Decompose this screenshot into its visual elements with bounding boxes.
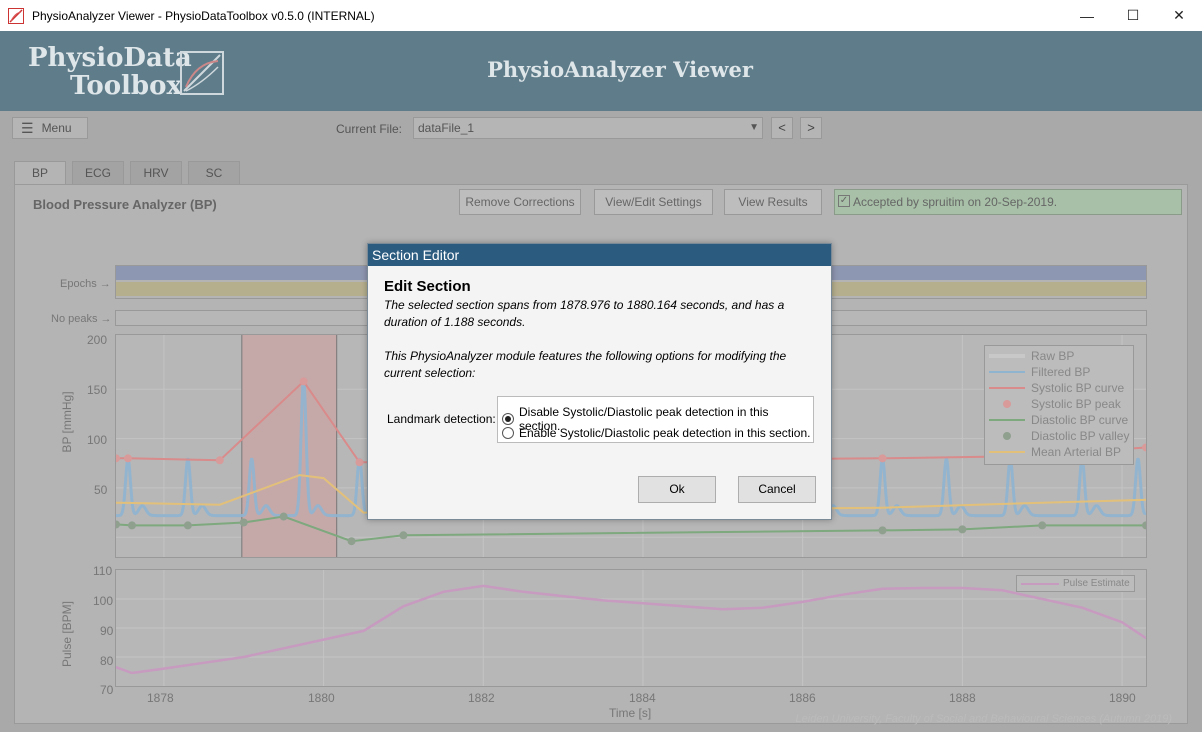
next-file-button[interactable]: > [800, 117, 822, 139]
pulse-ytick-90: 90 [100, 624, 114, 638]
bp-y-axis-label: BP [mmHg] [60, 391, 74, 453]
menu-button[interactable]: ☰ Menu [12, 117, 88, 139]
epochs-label: Epochs → [60, 278, 111, 290]
ok-button[interactable]: Ok [638, 476, 716, 503]
diastolic-valley-point [239, 518, 248, 527]
dialog-title: Section Editor [368, 244, 831, 266]
bp-ytick-150: 150 [87, 383, 108, 397]
title-bar: PhysioAnalyzer Viewer - PhysioDataToolbo… [0, 0, 1202, 32]
systolic-peak-point [355, 458, 364, 467]
section-editor-dialog: Section Editor Edit Section The selected… [367, 243, 832, 520]
accepted-checkbox[interactable]: ✓ Accepted by spruitim on 20-Sep-2019. [834, 189, 1182, 215]
radio-enable-detection[interactable]: Enable Systolic/Diastolic peak detection… [502, 426, 811, 440]
current-file-value: dataFile_1 [418, 121, 475, 135]
chevron-down-icon: ▼ [749, 122, 759, 133]
systolic-peak-point [123, 454, 132, 463]
pulse-ytick-110: 110 [93, 564, 113, 578]
hamburger-icon: ☰ [21, 119, 34, 136]
tab-bp[interactable]: BP [14, 161, 66, 184]
view-results-button[interactable]: View Results [724, 189, 822, 215]
xtick-1888: 1888 [949, 691, 976, 705]
analyzer-title: Blood Pressure Analyzer (BP) [33, 197, 217, 212]
radio-selected-icon[interactable] [502, 413, 514, 425]
bp-ytick-200: 200 [87, 333, 108, 347]
dialog-heading: Edit Section [384, 278, 471, 295]
selected-section [241, 335, 337, 557]
legend-filtered-bp: Filtered BP [989, 364, 1090, 380]
diastolic-valley-point [279, 512, 288, 521]
diastolic-valley-point [183, 521, 192, 530]
diastolic-valley-point [958, 525, 967, 534]
diastolic-valley-point [1038, 521, 1047, 530]
banner: PhysioData Toolbox PhysioAnalyzer Viewer [0, 31, 1202, 111]
legend-mean-arterial: Mean Arterial BP [989, 444, 1121, 460]
systolic-peak-point [116, 454, 120, 463]
pulse-ytick-100: 100 [93, 594, 114, 608]
current-file-label: Current File: [336, 122, 403, 136]
systolic-peak-point [878, 454, 887, 463]
landmark-detection-label: Landmark detection: [387, 412, 496, 426]
diastolic-valley-point [399, 531, 408, 540]
remove-corrections-button[interactable]: Remove Corrections [459, 189, 581, 215]
diastolic-valley-point [347, 537, 356, 546]
diastolic-valley-point [1142, 521, 1146, 530]
bp-ytick-100: 100 [87, 433, 108, 447]
minimize-button[interactable]: — [1064, 0, 1110, 31]
previous-file-button[interactable]: < [771, 117, 793, 139]
systolic-peak-point [215, 456, 224, 465]
no-peaks-label: No peaks → [51, 313, 112, 325]
view-edit-settings-button[interactable]: View/Edit Settings [594, 189, 713, 215]
pulse-legend: Pulse Estimate [1016, 575, 1135, 592]
xtick-1880: 1880 [308, 691, 335, 705]
banner-title: PhysioAnalyzer Viewer [487, 57, 753, 82]
window-title: PhysioAnalyzer Viewer - PhysioDataToolbo… [32, 8, 375, 23]
legend-raw-bp: Raw BP [989, 348, 1074, 364]
bp-legend: Raw BP Filtered BP Systolic BP curve Sys… [984, 345, 1134, 465]
xtick-1884: 1884 [629, 691, 656, 705]
xtick-1890: 1890 [1109, 691, 1136, 705]
accepted-label: Accepted by spruitim on 20-Sep-2019. [853, 195, 1058, 209]
current-file-select[interactable]: dataFile_1 ▼ [413, 117, 763, 139]
diastolic-valley-point [116, 520, 120, 529]
legend-systolic-curve: Systolic BP curve [989, 380, 1124, 396]
pulse-ytick-80: 80 [100, 654, 114, 668]
xtick-1886: 1886 [789, 691, 816, 705]
menu-label: Menu [41, 121, 72, 135]
systolic-peak-point [1142, 443, 1146, 452]
radio-unselected-icon[interactable] [502, 427, 514, 439]
diastolic-valley-point [878, 526, 887, 535]
maximize-button[interactable]: ☐ [1110, 0, 1156, 31]
checkmark-icon: ✓ [838, 195, 850, 207]
analyzer-tabs: BP ECG HRV SC [14, 161, 246, 184]
xtick-1878: 1878 [147, 691, 174, 705]
pulse-y-axis-label: Pulse [BPM] [60, 600, 74, 668]
radio-enable-label: Enable Systolic/Diastolic peak detection… [519, 426, 811, 440]
bp-ytick-50: 50 [94, 483, 108, 497]
legend-diastolic-curve: Diastolic BP curve [989, 412, 1128, 428]
legend-diastolic-valley: Diastolic BP valley [989, 428, 1129, 444]
pulse-ytick-70: 70 [100, 683, 114, 697]
footer-credit: Leiden University, Faculty of Social and… [795, 713, 1172, 725]
systolic-peak-point [299, 377, 308, 386]
app-icon [8, 7, 24, 24]
dialog-text-options: This PhysioAnalyzer module features the … [384, 349, 787, 380]
legend-systolic-peak: Systolic BP peak [989, 396, 1121, 412]
cancel-button[interactable]: Cancel [738, 476, 816, 503]
pulse-plot[interactable] [115, 569, 1147, 687]
close-button[interactable]: ✕ [1156, 0, 1202, 31]
landmark-radio-group: Disable Systolic/Diastolic peak detectio… [497, 396, 814, 443]
tab-hrv[interactable]: HRV [130, 161, 182, 184]
tab-sc[interactable]: SC [188, 161, 240, 184]
toolbar: ☰ Menu Current File: dataFile_1 ▼ < > [0, 111, 1202, 147]
dialog-text-selection: The selected section spans from 1878.976… [384, 298, 785, 329]
diastolic-valley-point [127, 521, 136, 530]
tab-ecg[interactable]: ECG [72, 161, 124, 184]
xtick-1882: 1882 [468, 691, 495, 705]
